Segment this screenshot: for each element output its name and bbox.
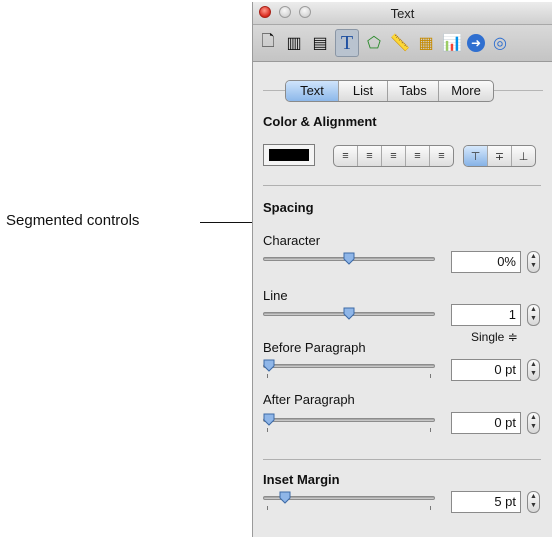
after-paragraph-slider[interactable] [263,418,435,422]
inspector-toolbar: 🗋 ▥ ▤ T ⬠ 📏 ▦ 📊 ➜ ◎ [253,25,552,62]
line-label: Line [263,288,288,303]
align-center-button[interactable]: ≡ [358,146,382,166]
layout-icon[interactable]: ▥ [283,30,305,56]
align-left-button[interactable]: ≡ [334,146,358,166]
after-paragraph-stepper[interactable]: ▲ ▼ [527,412,540,434]
horizontal-alignment-control: ≡ ≡ ≡ ≡ ≡ [333,145,454,167]
line-spacing-popup[interactable]: Single ≑ [471,330,518,344]
slider-tick [267,428,268,432]
inset-margin-field[interactable]: 5 pt [451,491,521,513]
auto-align-button[interactable]: ≡ [430,146,453,166]
character-stepper[interactable]: ▲ ▼ [527,251,540,273]
before-paragraph-slider[interactable] [263,364,435,368]
after-paragraph-slider-thumb[interactable] [263,413,275,426]
character-field[interactable]: 0% [451,251,521,273]
before-paragraph-slider-thumb[interactable] [263,359,275,372]
text-color-well[interactable] [263,144,315,166]
vertical-alignment-control: ⊤ ∓ ⊥ [463,145,536,167]
after-paragraph-field[interactable]: 0 pt [451,412,521,434]
callout-label: Segmented controls [6,212,140,229]
link-icon[interactable]: ➜ [467,34,485,52]
align-middle-button[interactable]: ∓ [488,146,512,166]
align-right-button[interactable]: ≡ [382,146,406,166]
section-divider [263,185,541,186]
line-slider-thumb[interactable] [343,307,355,320]
line-field[interactable]: 1 [451,304,521,326]
justify-button[interactable]: ≡ [406,146,430,166]
align-bottom-button[interactable]: ⊥ [512,146,535,166]
align-top-button[interactable]: ⊤ [464,146,488,166]
wrap-icon[interactable]: ▤ [309,30,331,56]
section-divider [263,459,541,460]
slider-tick [430,506,431,510]
inset-margin-stepper[interactable]: ▲ ▼ [527,491,540,513]
color-alignment-heading: Color & Alignment [263,114,377,129]
color-swatch [269,149,309,161]
before-paragraph-stepper[interactable]: ▲ ▼ [527,359,540,381]
tab-list[interactable]: List [339,81,388,101]
character-label: Character [263,233,321,248]
document-icon[interactable]: 🗋 [257,30,279,56]
text-icon[interactable]: T [335,29,359,57]
line-stepper[interactable]: ▲ ▼ [527,304,540,326]
title-bar[interactable]: Text [253,2,552,25]
after-paragraph-label: After Paragraph [263,392,355,407]
window-title: Text [390,6,415,21]
graphic-icon[interactable]: ⬠ [363,30,385,56]
tab-more[interactable]: More [439,81,493,101]
metrics-icon[interactable]: 📏 [389,30,411,56]
slider-tick [430,428,431,432]
before-paragraph-field[interactable]: 0 pt [451,359,521,381]
slider-tick [267,506,268,510]
tab-tabs[interactable]: Tabs [388,81,439,101]
inspector-tabs: Text List Tabs More [285,80,494,102]
character-slider-thumb[interactable] [343,252,355,265]
text-inspector-window: Text 🗋 ▥ ▤ T ⬠ 📏 ▦ 📊 ➜ ◎ Text List Tabs … [252,2,552,537]
spacing-heading: Spacing [263,200,314,215]
table-icon[interactable]: ▦ [415,30,437,56]
slider-tick [430,374,431,378]
before-paragraph-label: Before Paragraph [263,340,366,355]
inset-margin-heading: Inset Margin [263,472,340,487]
quicktime-icon[interactable]: ◎ [489,30,511,56]
chart-icon[interactable]: 📊 [441,30,463,56]
slider-tick [267,374,268,378]
tab-text[interactable]: Text [286,81,339,101]
inset-margin-slider-thumb[interactable] [279,491,291,504]
